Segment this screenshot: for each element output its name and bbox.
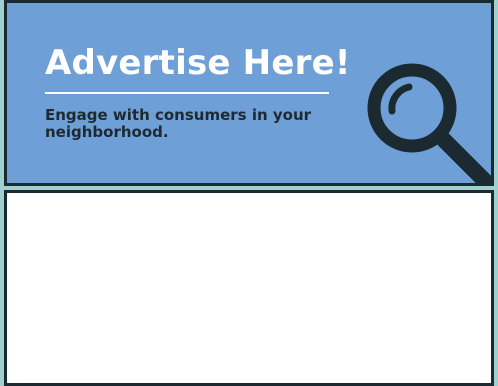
magnifying-glass-icon	[367, 63, 491, 183]
ad-title: Advertise Here!	[45, 43, 351, 83]
content-panel	[4, 190, 494, 386]
advertise-banner[interactable]: Advertise Here! Engage with consumers in…	[4, 0, 494, 186]
ad-divider	[45, 92, 329, 94]
ad-tagline: Engage with consumers in your neighborho…	[45, 106, 312, 141]
